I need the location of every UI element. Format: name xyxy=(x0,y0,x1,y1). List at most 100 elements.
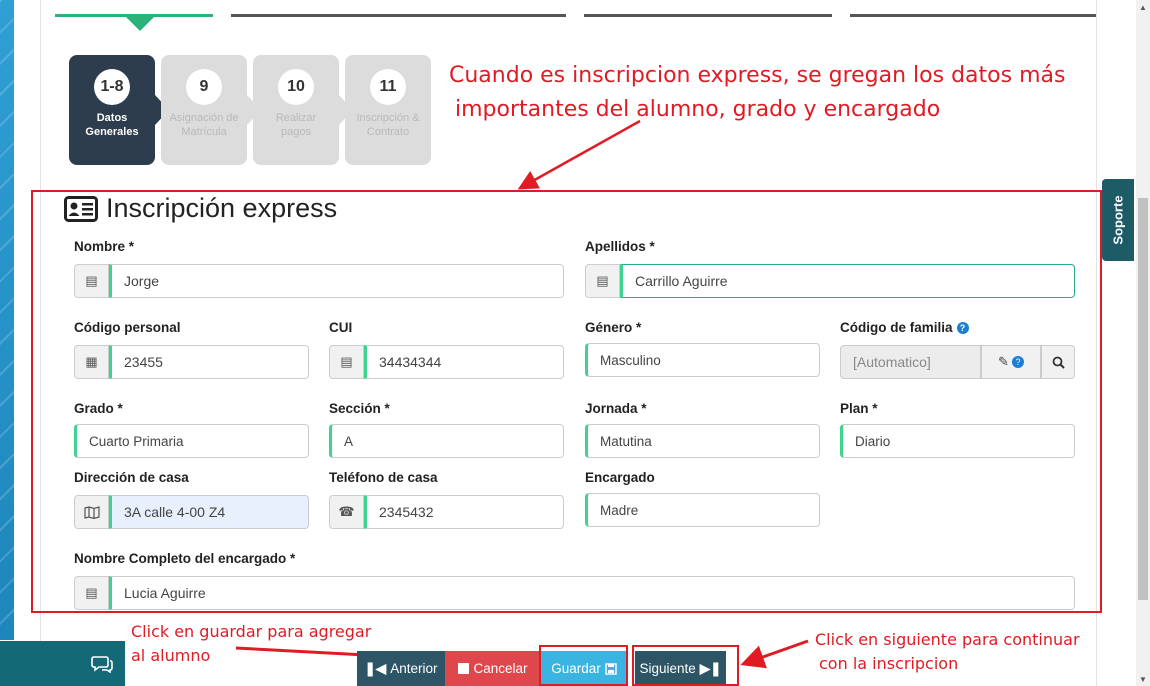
annotation-guardar-box xyxy=(539,645,628,686)
genero-select-group: Masculino xyxy=(585,343,820,377)
nombre-input[interactable]: Jorge xyxy=(109,264,564,298)
step-label: Datos Generales xyxy=(85,112,139,138)
list-icon: ▤ xyxy=(74,264,109,298)
codigo-personal-input-group: ▦ 23455 xyxy=(74,345,309,379)
nombre-encargado-label: Nombre Completo del encargado * xyxy=(74,551,296,566)
search-icon xyxy=(1052,356,1065,369)
step-number: 1-8 xyxy=(94,69,130,105)
list-icon: ▤ xyxy=(329,345,364,379)
annotation-guardar-line2: al alumno xyxy=(131,646,211,665)
section-title-text: Inscripción express xyxy=(106,193,338,223)
tab-line[interactable] xyxy=(231,14,566,17)
direccion-label: Dirección de casa xyxy=(74,470,189,485)
help-icon: ? xyxy=(1011,356,1024,368)
annotation-top: Cuando es inscripcion express, se gregan… xyxy=(449,59,1065,127)
nombre-input-group: ▤ Jorge xyxy=(74,264,564,298)
codigo-familia-label-row: Código de familia ? xyxy=(840,320,969,335)
section-title: Inscripción express xyxy=(64,193,337,224)
telefono-input[interactable]: 2345432 xyxy=(364,495,564,529)
map-icon xyxy=(74,495,109,529)
left-sidebar-strip xyxy=(0,0,14,640)
step-number: 9 xyxy=(186,69,222,105)
step-asignacion-matricula[interactable]: 9 Asignación de Matrícula xyxy=(161,55,247,165)
encargado-select-group: Madre xyxy=(585,493,820,527)
codigo-personal-label: Código personal xyxy=(74,320,181,335)
step-number: 11 xyxy=(370,69,406,105)
id-card-icon xyxy=(64,195,98,222)
grado-label: Grado * xyxy=(74,401,123,416)
genero-select[interactable]: Masculino xyxy=(585,343,820,377)
soporte-tab[interactable]: Soporte xyxy=(1102,179,1134,261)
nombre-label: Nombre * xyxy=(74,239,135,254)
annotation-siguiente-line1: Click en siguiente para continuar xyxy=(815,630,1080,649)
annotation-siguiente: Click en siguiente para continuar con la… xyxy=(815,628,1080,676)
anterior-button[interactable]: ❚◀ Anterior xyxy=(357,651,445,686)
grado-select-group: Cuarto Primaria xyxy=(74,424,309,458)
grado-select[interactable]: Cuarto Primaria xyxy=(74,424,309,458)
annotation-top-line1: Cuando es inscripcion express, se gregan… xyxy=(449,63,1066,88)
annotation-siguiente-line2: con la inscripcion xyxy=(819,654,959,673)
genero-label: Género * xyxy=(585,320,642,335)
cui-input-group: ▤ 34434344 xyxy=(329,345,564,379)
building-icon: ▦ xyxy=(74,345,109,379)
annotation-guardar: Click en guardar para agregar al alumno xyxy=(131,620,371,668)
nombre-encargado-input-group: ▤ Lucia Aguirre xyxy=(74,576,1075,610)
telefono-input-group: ☎ 2345432 xyxy=(329,495,564,529)
plan-select-group: Diario xyxy=(840,424,1075,458)
fax-icon: ☎ xyxy=(329,495,364,529)
chat-icon[interactable] xyxy=(91,655,113,673)
step-number: 10 xyxy=(278,69,314,105)
step-inscripcion-contrato[interactable]: 11 Inscripción & Contrato xyxy=(345,55,431,165)
codigo-familia-input: [Automatico] xyxy=(840,345,981,379)
apellidos-input[interactable]: Carrillo Aguirre xyxy=(620,264,1075,298)
active-tab-caret xyxy=(126,17,154,31)
scrollbar-thumb[interactable] xyxy=(1138,198,1148,600)
annotation-guardar-line1: Click en guardar para agregar xyxy=(131,622,372,641)
nombre-encargado-input[interactable]: Lucia Aguirre xyxy=(109,576,1075,610)
codigo-familia-input-group: [Automatico] ✎ ? xyxy=(840,345,1075,379)
jornada-select[interactable]: Matutina xyxy=(585,424,820,458)
jornada-label: Jornada * xyxy=(585,401,647,416)
plan-label: Plan * xyxy=(840,401,878,416)
direccion-input[interactable]: 3A calle 4-00 Z4 xyxy=(109,495,309,529)
encargado-select[interactable]: Madre xyxy=(585,493,820,527)
plan-select[interactable]: Diario xyxy=(840,424,1075,458)
codigo-personal-input[interactable]: 23455 xyxy=(109,345,309,379)
direccion-input-group: 3A calle 4-00 Z4 xyxy=(74,495,309,529)
cui-label: CUI xyxy=(329,320,353,335)
soporte-label: Soporte xyxy=(1110,195,1126,245)
anterior-label: Anterior xyxy=(390,661,438,676)
annotation-top-line2: importantes del alumno, grado y encargad… xyxy=(455,97,941,122)
seccion-select-group: A xyxy=(329,424,564,458)
cancelar-label: Cancelar xyxy=(473,661,528,676)
step-realizar-pagos[interactable]: 10 Realizar pagos xyxy=(253,55,339,165)
stop-icon xyxy=(458,663,470,674)
step-label: Asignación de Matrícula xyxy=(169,112,239,138)
scroll-up-icon[interactable]: ▲ xyxy=(1136,0,1150,14)
tab-line[interactable] xyxy=(850,14,1096,17)
apellidos-label: Apellidos * xyxy=(585,239,655,254)
step-label: Inscripción & Contrato xyxy=(356,112,420,138)
step-backward-icon: ❚◀ xyxy=(364,660,387,676)
edit-codigo-familia-button[interactable]: ✎ ? xyxy=(981,345,1041,379)
seccion-select[interactable]: A xyxy=(329,424,564,458)
edit-icon: ✎ xyxy=(998,354,1009,369)
codigo-familia-label: Código de familia xyxy=(840,320,953,335)
search-familia-button[interactable] xyxy=(1041,345,1075,379)
annotation-form-box xyxy=(31,190,1102,613)
cui-input[interactable]: 34434344 xyxy=(364,345,564,379)
tab-line[interactable] xyxy=(584,14,832,17)
scroll-down-icon[interactable]: ▼ xyxy=(1136,672,1150,686)
annotation-siguiente-box xyxy=(632,645,739,686)
list-icon: ▤ xyxy=(74,576,109,610)
cancelar-button[interactable]: Cancelar xyxy=(445,651,541,686)
step-datos-generales[interactable]: 1-8 Datos Generales xyxy=(69,55,155,165)
chat-bar[interactable] xyxy=(0,641,125,686)
apellidos-input-group: ▤ Carrillo Aguirre xyxy=(585,264,1075,298)
help-icon[interactable]: ? xyxy=(956,321,969,334)
list-icon: ▤ xyxy=(585,264,620,298)
step-label: Realizar pagos xyxy=(275,112,317,138)
jornada-select-group: Matutina xyxy=(585,424,820,458)
telefono-label: Teléfono de casa xyxy=(329,470,438,485)
seccion-label: Sección * xyxy=(329,401,390,416)
